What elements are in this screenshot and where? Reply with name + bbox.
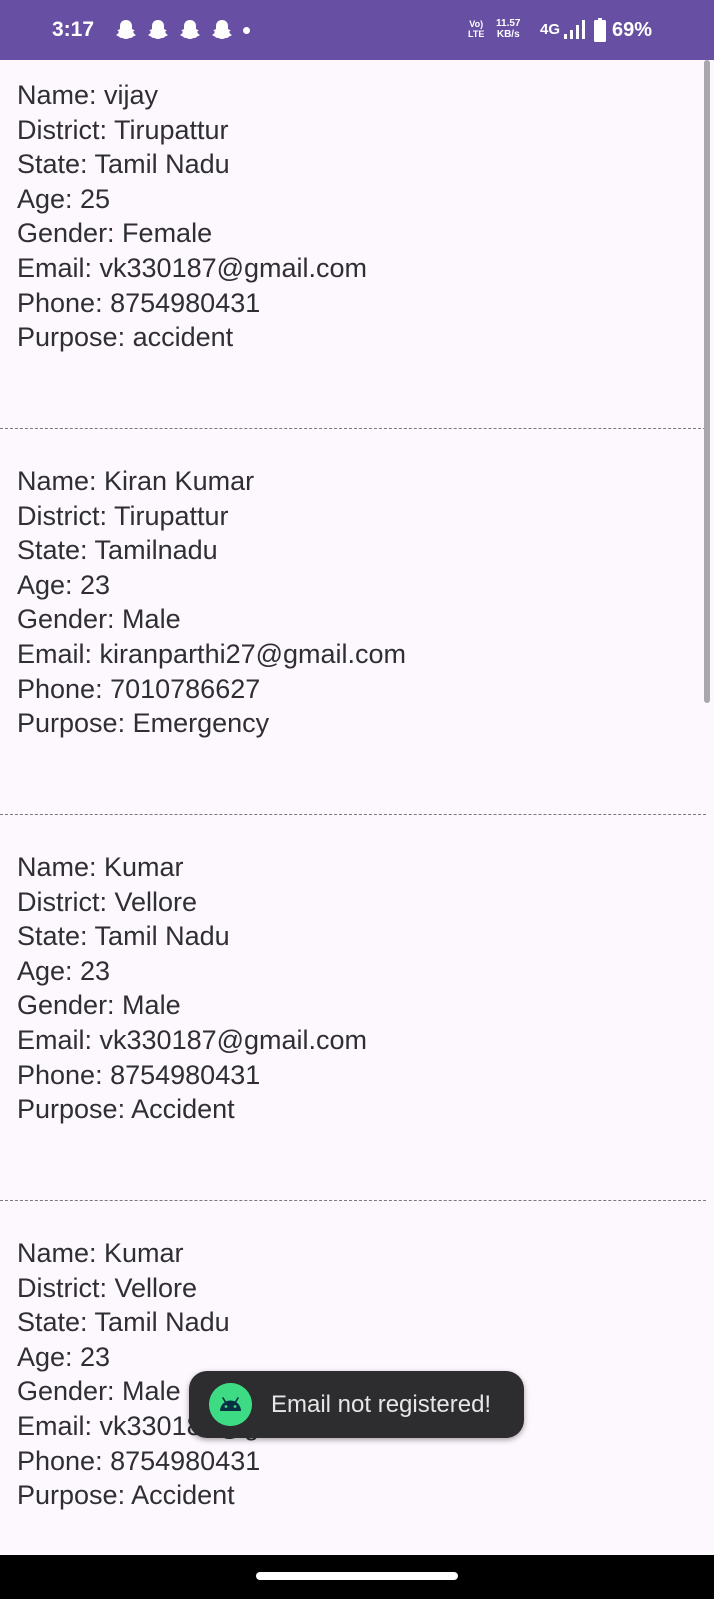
battery-icon (594, 18, 606, 42)
record-state: State: Tamil Nadu (17, 1307, 230, 1338)
record-email: Email: vk330187@gmail.com (17, 1024, 368, 1055)
home-gesture-handle[interactable] (256, 1572, 458, 1580)
record-item: Name: Kumar District: Vellore State: Tam… (17, 850, 697, 1127)
record-age: Age: 25 (17, 183, 111, 214)
record-state: State: Tamil Nadu (17, 921, 230, 952)
record-state: State: Tamilnadu (17, 535, 218, 566)
record-phone: Phone: 8754980431 (17, 287, 261, 318)
network-speed: 11.57 KB/s (496, 18, 521, 40)
snapchat-icon (116, 20, 136, 39)
signal-icon (564, 20, 585, 39)
record-divider (0, 814, 706, 815)
record-district: District: Tirupattur (17, 500, 229, 531)
record-purpose: Purpose: Emergency (17, 708, 270, 739)
navigation-bar (0, 1555, 714, 1599)
record-district: District: Vellore (17, 1272, 198, 1303)
status-bar: 3:17 Vo) LTE 11.57 KB/s 4G 69% (0, 0, 714, 60)
record-gender: Gender: Female (17, 218, 213, 249)
record-name: Name: Kiran Kumar (17, 466, 255, 496)
record-purpose: Purpose: Accident (17, 1480, 235, 1511)
record-name: Name: vijay (17, 80, 159, 110)
record-phone: Phone: 7010786627 (17, 673, 261, 704)
record-item: Name: vijay District: Tirupattur State: … (17, 78, 697, 355)
record-district: District: Vellore (17, 886, 198, 917)
records-list[interactable]: Name: vijay District: Tirupattur State: … (0, 60, 706, 1555)
record-gender: Gender: Male (17, 604, 181, 635)
record-purpose: Purpose: Accident (17, 1094, 235, 1125)
snapchat-icon (180, 20, 200, 39)
more-notifications-dot-icon (243, 26, 250, 34)
record-district: District: Tirupattur (17, 114, 229, 145)
toast: Email not registered! (189, 1371, 524, 1438)
toast-message: Email not registered! (271, 1391, 492, 1418)
record-divider (0, 428, 706, 429)
network-type: 4G (540, 21, 561, 38)
record-phone: Phone: 8754980431 (17, 1445, 261, 1476)
status-time: 3:17 (52, 18, 95, 41)
record-name: Name: Kumar (17, 1238, 184, 1268)
record-email: Email: vk330187@gmail.com (17, 252, 368, 283)
record-divider (0, 1200, 706, 1201)
record-name: Name: Kumar (17, 852, 184, 882)
status-indicators: Vo) LTE 11.57 KB/s 4G 69% (454, 0, 714, 60)
android-icon (209, 1383, 252, 1426)
record-item: Name: Kiran Kumar District: Tirupattur S… (17, 464, 697, 741)
record-state: State: Tamil Nadu (17, 149, 230, 180)
snapchat-icon (212, 20, 232, 39)
volte-indicator: Vo) LTE (468, 19, 485, 39)
record-age: Age: 23 (17, 1341, 111, 1372)
scrollbar[interactable] (704, 60, 710, 703)
record-purpose: Purpose: accident (17, 322, 234, 353)
record-gender: Gender: Male (17, 990, 181, 1021)
record-age: Age: 23 (17, 955, 111, 986)
snapchat-icon (148, 20, 168, 39)
record-phone: Phone: 8754980431 (17, 1059, 261, 1090)
battery-percent: 69% (612, 19, 653, 41)
notification-icons (115, 18, 250, 42)
record-email: Email: kiranparthi27@gmail.com (17, 638, 407, 669)
record-age: Age: 23 (17, 569, 111, 600)
